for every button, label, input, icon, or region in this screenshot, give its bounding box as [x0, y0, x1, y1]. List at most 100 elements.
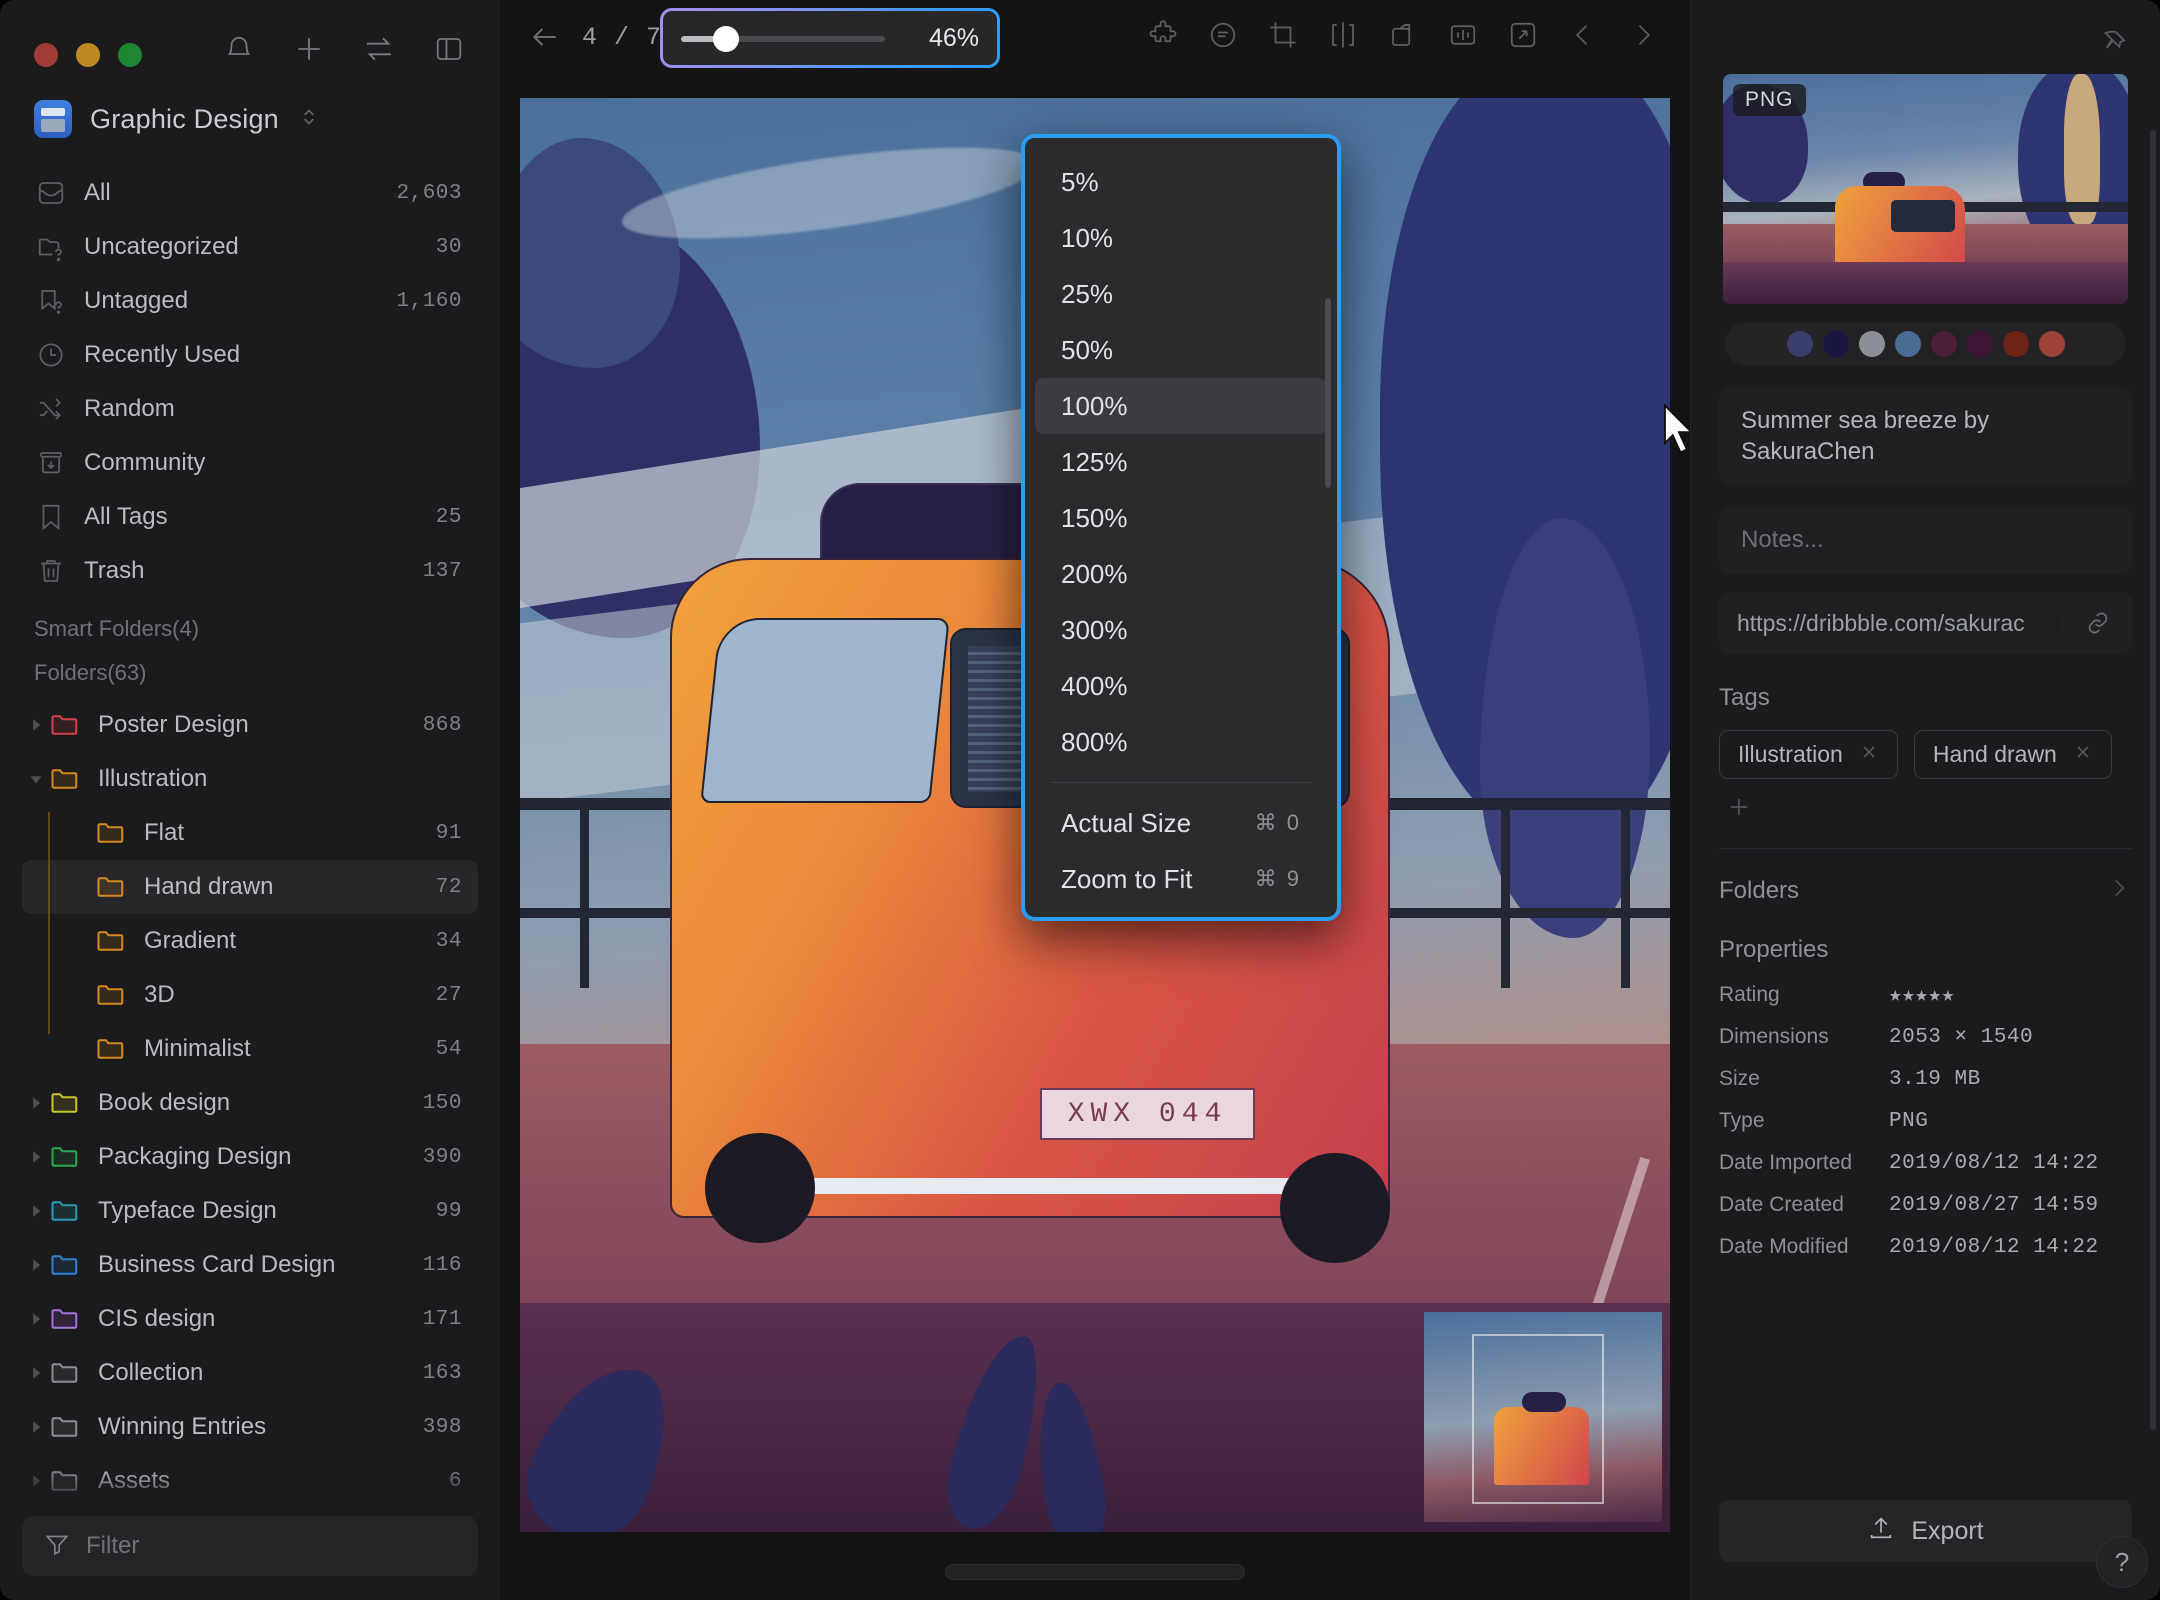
- arrow-left-icon[interactable]: [522, 14, 568, 60]
- sidebar-item-untagged[interactable]: Untagged 1,160: [22, 274, 478, 328]
- pin-icon[interactable]: [2098, 28, 2128, 63]
- chevron-down-icon[interactable]: [22, 772, 50, 786]
- sidebar-item-random[interactable]: Random: [22, 382, 478, 436]
- folder-item-minimalist[interactable]: Minimalist 54: [22, 1022, 478, 1076]
- sidebar-item-uncategorized[interactable]: Uncategorized 30: [22, 220, 478, 274]
- folder-item-hand-drawn[interactable]: Hand drawn 72: [22, 860, 478, 914]
- crop-icon[interactable]: [1258, 10, 1308, 60]
- zoom-preset-200[interactable]: 200%: [1035, 546, 1327, 602]
- color-swatch-0[interactable]: [1786, 331, 1813, 357]
- zoom-preset-25[interactable]: 25%: [1035, 266, 1327, 322]
- image-preview[interactable]: PNG: [1723, 74, 2128, 304]
- color-swatch-1[interactable]: [1822, 331, 1849, 357]
- tag-chip[interactable]: Hand drawn: [1913, 730, 2112, 780]
- panel-toggle-icon[interactable]: [428, 28, 470, 70]
- zoom-preset-100[interactable]: 100%: [1035, 378, 1327, 434]
- zoom-action-zoom-to-fit[interactable]: Zoom to Fit ⌘ 9: [1035, 851, 1327, 907]
- close-icon[interactable]: [1859, 741, 1879, 768]
- link-icon[interactable]: [2062, 609, 2132, 638]
- zoom-preset-50[interactable]: 50%: [1035, 322, 1327, 378]
- close-button[interactable]: [34, 43, 58, 67]
- minimap[interactable]: [1424, 1312, 1662, 1522]
- help-button[interactable]: ?: [2096, 1536, 2148, 1588]
- minimize-button[interactable]: [76, 43, 100, 67]
- plus-icon[interactable]: [288, 28, 330, 70]
- add-tag-button[interactable]: [1725, 793, 2160, 826]
- sidebar-item-trash[interactable]: Trash 137: [22, 544, 478, 598]
- zoom-preset-150[interactable]: 150%: [1035, 490, 1327, 546]
- folder-item-flat[interactable]: Flat 91: [22, 806, 478, 860]
- zoom-preset-300[interactable]: 300%: [1035, 602, 1327, 658]
- folders-row[interactable]: Folders: [1719, 875, 2132, 906]
- export-button[interactable]: Export: [1719, 1500, 2132, 1562]
- folder-item-packaging-design[interactable]: Packaging Design 390: [22, 1130, 478, 1184]
- transfer-icon[interactable]: [358, 28, 400, 70]
- chevron-right-icon[interactable]: [22, 718, 50, 732]
- color-swatch-7[interactable]: [2038, 331, 2065, 357]
- zoom-preset-10[interactable]: 10%: [1035, 210, 1327, 266]
- folder-item-cis-design[interactable]: CIS design 171: [22, 1292, 478, 1346]
- folder-item-assets[interactable]: Assets 6: [22, 1454, 478, 1508]
- zoom-preset-400[interactable]: 400%: [1035, 658, 1327, 714]
- prev-icon[interactable]: [1558, 10, 1608, 60]
- annotation-icon[interactable]: [1198, 10, 1248, 60]
- rotate-icon[interactable]: [1378, 10, 1428, 60]
- library-selector[interactable]: Graphic Design: [0, 74, 500, 160]
- puzzle-plugin-icon[interactable]: [1138, 10, 1188, 60]
- color-swatch-5[interactable]: [1966, 331, 1993, 357]
- zoom-menu[interactable]: 5% 10% 25% 50% 100% 125% 150% 200% 300% 400% 800% …: [1021, 134, 1341, 921]
- chevron-right-icon[interactable]: [2106, 875, 2132, 906]
- filter-input[interactable]: Filter: [22, 1516, 478, 1576]
- slider-knob[interactable]: [713, 26, 739, 52]
- maximize-button[interactable]: [118, 43, 142, 67]
- close-icon[interactable]: [2073, 741, 2093, 768]
- folder-item-gradient[interactable]: Gradient 34: [22, 914, 478, 968]
- horizontal-scrollbar[interactable]: [945, 1564, 1245, 1580]
- menu-scrollbar[interactable]: [1325, 298, 1331, 488]
- color-swatch-4[interactable]: [1930, 331, 1957, 357]
- folder-item-poster-design[interactable]: Poster Design 868: [22, 698, 478, 752]
- zoom-slider[interactable]: [681, 26, 885, 52]
- sidebar-item-recently-used[interactable]: Recently Used: [22, 328, 478, 382]
- minimap-viewport[interactable]: [1472, 1334, 1604, 1504]
- chevron-right-icon[interactable]: [22, 1150, 50, 1164]
- zoom-preset-125[interactable]: 125%: [1035, 434, 1327, 490]
- inspector-scrollbar[interactable]: [2150, 130, 2156, 1430]
- color-swatch-2[interactable]: [1858, 331, 1885, 357]
- folder-item-3d[interactable]: 3D 27: [22, 968, 478, 1022]
- folder-item-typeface-design[interactable]: Typeface Design 99: [22, 1184, 478, 1238]
- chevron-right-icon[interactable]: [22, 1258, 50, 1272]
- tag-chip[interactable]: Illustration: [1719, 730, 1898, 780]
- folder-item-book-design[interactable]: Book design 150: [22, 1076, 478, 1130]
- compare-icon[interactable]: [1438, 10, 1488, 60]
- chevron-right-icon[interactable]: [22, 1474, 50, 1488]
- chevron-right-icon[interactable]: [22, 1312, 50, 1326]
- zoom-percent-label[interactable]: 46%: [901, 24, 979, 53]
- zoom-preset-800[interactable]: 800%: [1035, 714, 1327, 770]
- zoom-control[interactable]: 46%: [660, 8, 1000, 68]
- image-viewer[interactable]: XWX 044 5% 10% 25% 50% 100% 125% 150% 20…: [500, 74, 1690, 1600]
- color-swatch-3[interactable]: [1894, 331, 1921, 357]
- fullscreen-icon[interactable]: [1498, 10, 1548, 60]
- rating-stars[interactable]: ★★★★★: [1889, 982, 1955, 1008]
- chevron-right-icon[interactable]: [22, 1096, 50, 1110]
- next-icon[interactable]: [1618, 10, 1668, 60]
- folder-item-collection[interactable]: Collection 163: [22, 1346, 478, 1400]
- folder-item-illustration[interactable]: Illustration: [22, 752, 478, 806]
- folder-item-winning-entries[interactable]: Winning Entries 398: [22, 1400, 478, 1454]
- sidebar-item-all[interactable]: All 2,603: [22, 166, 478, 220]
- folder-item-business-card-design[interactable]: Business Card Design 116: [22, 1238, 478, 1292]
- source-url-row[interactable]: https://dribbble.com/sakurac: [1719, 592, 2132, 655]
- notes-field[interactable]: Notes...: [1719, 507, 2132, 575]
- title-field[interactable]: Summer sea breeze by SakuraChen: [1719, 388, 2132, 486]
- zoom-action-actual-size[interactable]: Actual Size ⌘ 0: [1035, 795, 1327, 851]
- chevron-right-icon[interactable]: [22, 1420, 50, 1434]
- color-swatch-6[interactable]: [2002, 331, 2029, 357]
- mirror-icon[interactable]: [1318, 10, 1368, 60]
- bell-icon[interactable]: [218, 28, 260, 70]
- chevron-right-icon[interactable]: [22, 1366, 50, 1380]
- sidebar-item-community[interactable]: Community: [22, 436, 478, 490]
- source-url[interactable]: https://dribbble.com/sakurac: [1719, 610, 2062, 637]
- zoom-preset-5[interactable]: 5%: [1035, 154, 1327, 210]
- sidebar-item-all-tags[interactable]: All Tags 25: [22, 490, 478, 544]
